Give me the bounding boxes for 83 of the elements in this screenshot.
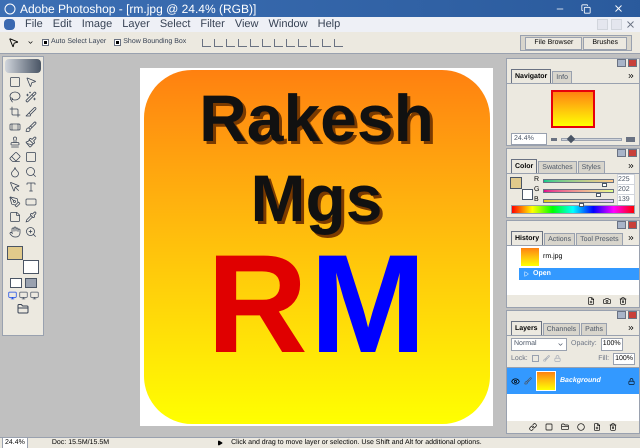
standard-mode-icon[interactable] — [10, 278, 22, 288]
new-document-icon[interactable] — [587, 297, 595, 305]
panel-menu-icon[interactable] — [627, 324, 635, 332]
navigator-thumbnail — [551, 90, 595, 128]
move-icon[interactable] — [25, 76, 37, 88]
app-icon — [4, 2, 16, 14]
restore-icon — [581, 4, 591, 14]
quick-mask-icon[interactable] — [24, 278, 36, 288]
trash-icon[interactable] — [609, 423, 617, 431]
marquee-icon[interactable] — [9, 76, 21, 88]
slider-thumb[interactable] — [578, 202, 584, 206]
foreground-swatch[interactable] — [7, 246, 23, 260]
new-layer-icon[interactable] — [593, 423, 601, 431]
type-icon[interactable] — [25, 181, 37, 193]
caret-icon — [557, 340, 564, 348]
gradient-icon[interactable] — [25, 151, 37, 163]
healing-brush-icon[interactable] — [9, 121, 21, 133]
panel-menu-icon[interactable] — [627, 162, 635, 170]
hand-icon[interactable] — [9, 226, 21, 238]
menu-item[interactable]: View — [234, 16, 258, 33]
jump-to-icon[interactable] — [16, 303, 30, 315]
move-tool-icon[interactable] — [8, 37, 19, 48]
menu-item[interactable]: Help — [318, 16, 340, 33]
snapshot-thumbnail — [521, 248, 539, 266]
zoom-slider[interactable] — [561, 138, 622, 140]
slider-thumb[interactable] — [566, 134, 576, 143]
selection-arrow-icon[interactable] — [9, 181, 21, 193]
link-icon[interactable] — [529, 423, 537, 431]
menu-item[interactable]: Image — [82, 16, 112, 33]
menu-item[interactable]: Edit — [52, 16, 72, 33]
zoom-out-icon[interactable] — [551, 138, 557, 140]
zoom-in-icon[interactable] — [626, 136, 635, 142]
pen-icon[interactable] — [9, 196, 21, 208]
dropdown-icon[interactable] — [27, 39, 34, 46]
folder-icon[interactable] — [561, 423, 569, 431]
slice-icon[interactable] — [25, 106, 37, 118]
logo-letter: M — [310, 252, 426, 356]
status-menu-icon[interactable] — [217, 440, 224, 446]
menu-item[interactable]: File — [25, 16, 43, 33]
adjustment-icon[interactable] — [577, 423, 585, 431]
layer-thumbnail — [536, 371, 556, 391]
close-icon — [612, 3, 624, 14]
snapshot-icon[interactable] — [603, 297, 611, 305]
menu-item[interactable]: Layer — [122, 16, 150, 33]
screen-mode-icon[interactable] — [8, 291, 16, 300]
doc-close-icon[interactable] — [625, 19, 636, 30]
menu-item[interactable]: Select — [160, 16, 190, 33]
menu-item[interactable]: Window — [268, 16, 308, 33]
toolbox-logo — [5, 59, 41, 73]
outlined-title-text: Rakesh — [199, 80, 434, 157]
screen-mode-icon[interactable] — [18, 291, 28, 300]
background-swatch[interactable] — [23, 260, 39, 274]
outlined-title-text: Mgs — [250, 160, 382, 237]
background-swatch[interactable] — [522, 189, 533, 200]
slider-thumb[interactable] — [602, 182, 607, 186]
brush-icon — [524, 377, 532, 385]
lasso-icon[interactable] — [9, 91, 21, 103]
mask-icon[interactable] — [545, 423, 553, 431]
document-icon — [4, 19, 15, 30]
dodge-icon[interactable] — [25, 166, 37, 178]
zoom-icon[interactable] — [25, 226, 37, 238]
eraser-icon[interactable] — [9, 151, 21, 163]
history-brush-icon[interactable] — [25, 136, 37, 148]
panel-menu-icon[interactable] — [627, 234, 635, 242]
crop-icon[interactable] — [9, 106, 21, 118]
notes-icon[interactable] — [9, 211, 21, 223]
shape-icon[interactable] — [25, 196, 37, 208]
stamp-icon[interactable] — [9, 136, 21, 148]
slider-thumb[interactable] — [596, 192, 600, 196]
foreground-swatch[interactable] — [510, 177, 522, 189]
brush-icon[interactable] — [25, 121, 37, 133]
color-spectrum[interactable] — [511, 205, 635, 214]
trash-icon[interactable] — [619, 297, 627, 305]
state-arrow-icon — [523, 271, 529, 277]
visibility-icon[interactable] — [511, 376, 520, 386]
eyedropper-icon[interactable] — [25, 211, 37, 223]
magic-wand-icon[interactable] — [25, 91, 37, 103]
blur-icon[interactable] — [9, 166, 21, 178]
screen-mode-icon[interactable] — [30, 291, 38, 300]
logo-letter: R — [206, 252, 308, 356]
window-title: Adobe Photoshop - [rm.jpg @ 24.4% (RGB)] — [20, 0, 256, 18]
panel-menu-icon[interactable] — [627, 72, 635, 80]
menu-item[interactable]: Filter — [200, 16, 225, 33]
